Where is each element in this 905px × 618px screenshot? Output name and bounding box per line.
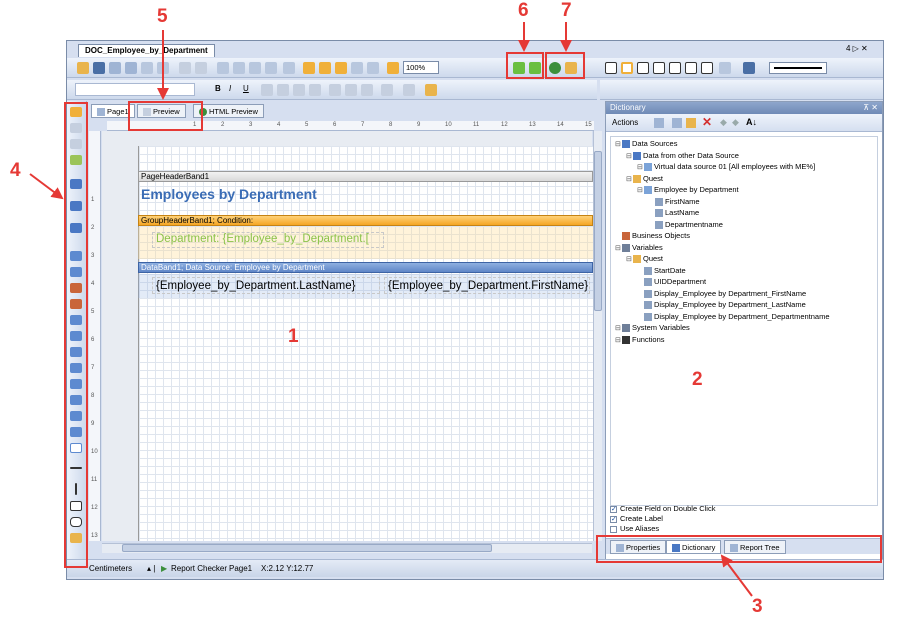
callout-arrows	[29, 22, 753, 597]
